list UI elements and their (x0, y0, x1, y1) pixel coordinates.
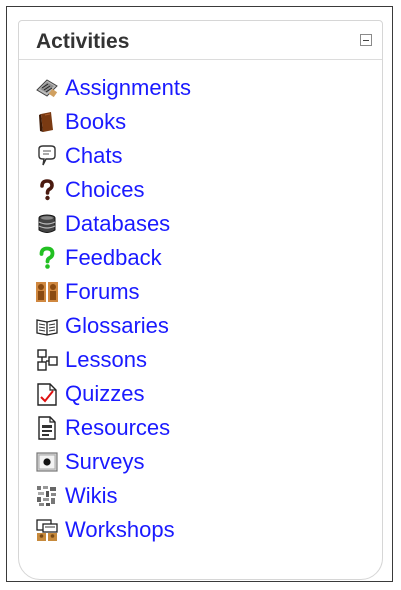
activity-label: Lessons (65, 347, 147, 372)
activity-item-databases[interactable]: Databases (35, 207, 374, 241)
activity-label: Databases (65, 211, 171, 236)
chat-bubble-icon (35, 144, 59, 168)
activity-item-forums[interactable]: Forums (35, 275, 374, 309)
forum-people-icon (35, 280, 59, 304)
activity-item-resources[interactable]: Resources (35, 411, 374, 445)
wiki-icon (35, 484, 59, 508)
activity-item-quizzes[interactable]: Quizzes (35, 377, 374, 411)
assignment-icon (35, 76, 59, 100)
database-icon (35, 212, 59, 236)
activity-item-chats[interactable]: Chats (35, 139, 374, 173)
green-question-mark-icon (35, 246, 59, 270)
activity-item-wikis[interactable]: Wikis (35, 479, 374, 513)
lesson-flowchart-icon (35, 348, 59, 372)
activities-block: Activities Assignments Books Chats Choic… (18, 20, 383, 580)
question-mark-icon (35, 178, 59, 202)
activity-item-glossaries[interactable]: Glossaries (35, 309, 374, 343)
activity-list: Assignments Books Chats Choices Database… (35, 71, 374, 547)
survey-icon (35, 450, 59, 474)
activity-item-lessons[interactable]: Lessons (35, 343, 374, 377)
activity-label: Books (65, 109, 127, 134)
glossary-book-icon (35, 314, 59, 338)
book-icon (35, 110, 59, 134)
activity-item-surveys[interactable]: Surveys (35, 445, 374, 479)
activity-label: Feedback (65, 245, 162, 270)
activity-label: Glossaries (65, 313, 169, 338)
activity-label: Wikis (65, 483, 118, 508)
workshop-icon (35, 518, 59, 542)
quiz-checkmark-icon (35, 382, 59, 406)
activity-label: Resources (65, 415, 171, 440)
block-header: Activities (19, 21, 382, 60)
activity-item-choices[interactable]: Choices (35, 173, 374, 207)
activity-item-books[interactable]: Books (35, 105, 374, 139)
activity-label: Choices (65, 177, 145, 202)
collapse-button[interactable] (360, 34, 372, 46)
activity-label: Assignments (65, 75, 191, 100)
activity-label: Quizzes (65, 381, 145, 406)
activity-label: Workshops (65, 517, 175, 542)
activity-label: Surveys (65, 449, 145, 474)
resource-document-icon (35, 416, 59, 440)
activity-item-workshops[interactable]: Workshops (35, 513, 374, 547)
minus-box-icon (363, 40, 369, 41)
activity-item-feedback[interactable]: Feedback (35, 241, 374, 275)
activity-label: Chats (65, 143, 123, 168)
activity-label: Forums (65, 279, 140, 304)
activity-item-assignments[interactable]: Assignments (35, 71, 374, 105)
block-title: Activities (36, 30, 130, 53)
